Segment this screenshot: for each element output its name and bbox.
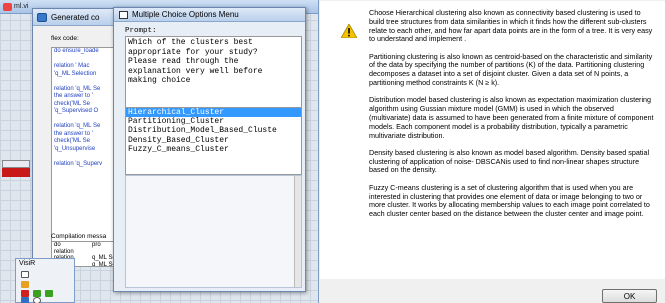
message-dialog: Choose Hierarchical clustering also know… [318,0,665,303]
diagram-node[interactable] [2,160,30,168]
compilation-cell: pro [92,242,101,248]
green-tool-icon[interactable] [33,290,41,297]
generated-code-title: Generated co [51,13,100,22]
tool-palette: VisiR [15,258,75,303]
flex-code-label: flex code: [51,35,79,42]
options-panel-bottom [125,175,302,288]
prompt-text: Which of the clusters best appropriate f… [128,38,263,86]
red-tool-icon[interactable] [21,290,29,297]
app-icon [3,3,12,11]
scrollbar[interactable] [294,176,301,287]
warning-icon [341,24,357,38]
pointer-icon[interactable] [21,271,29,278]
message-paragraph: Fuzzy C-means clustering is a set of clu… [369,182,650,219]
message-paragraph: Distribution model based clustering is a… [369,95,654,140]
message-dialog-body: Choose Hierarchical clustering also know… [319,0,665,303]
compilation-label: Compilation messa [51,233,107,240]
option-item[interactable]: Density_Based_Cluster [126,136,301,145]
message-paragraph: Partitioning clustering is also known as… [369,51,653,88]
palette-title: VisiR [19,260,36,267]
option-item[interactable]: Distribution_Model_Based_Cluste [126,126,301,135]
options-list[interactable]: Hierarchical_Cluster Partitioning_Cluster… [125,107,302,175]
workspace-title: ml.vi [14,3,29,10]
message-paragraph: Choose Hierarchical clustering also know… [369,8,653,44]
option-item[interactable]: Fuzzy_C_means_Cluster [126,145,301,154]
window-icon [37,13,47,22]
prompt-label: Prompt: [125,27,157,35]
option-item[interactable]: Hierarchical_Cluster [126,108,301,118]
workspace-canvas[interactable]: ml.vi Generated co flex code: do ensure_… [0,0,318,303]
message-paragraph: Density based clustering is also known a… [369,147,650,175]
yellow-tool-icon[interactable] [21,281,29,288]
window-icon [119,11,128,19]
diagram-node-red[interactable] [2,168,30,177]
multiple-choice-title: Multiple Choice Options Menu [132,10,239,19]
green-number-icon[interactable] [45,290,53,297]
multiple-choice-titlebar[interactable]: Multiple Choice Options Menu [114,8,305,22]
info-icon[interactable] [21,297,29,303]
comment-icon[interactable] [33,297,41,303]
option-item[interactable]: Partitioning_Cluster [126,117,301,126]
message-text: Choose Hierarchical clustering also know… [369,8,657,227]
ok-button[interactable]: OK [602,289,657,303]
multiple-choice-window: Multiple Choice Options Menu Prompt: Whi… [113,7,306,292]
